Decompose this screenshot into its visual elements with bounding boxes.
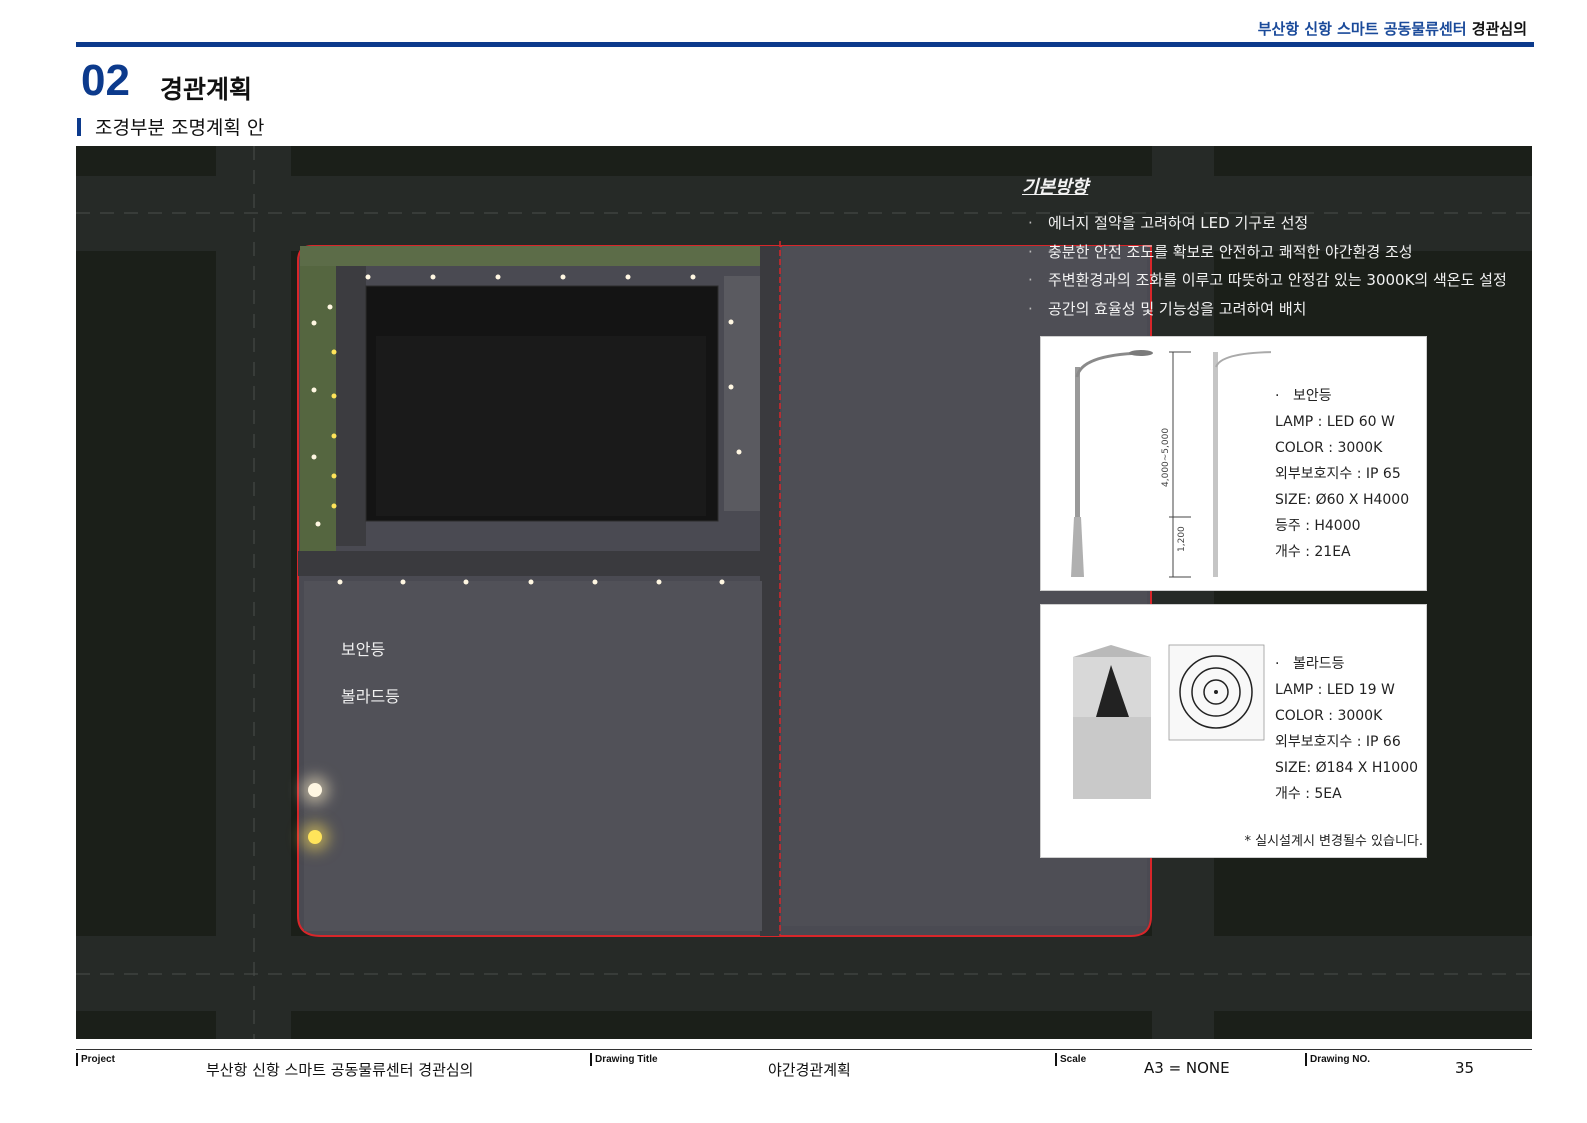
pole-shaft-elevation: [1213, 352, 1218, 577]
security-light: [690, 274, 696, 280]
footer-project-value: 부산항 신항 스마트 공동물류센터 경관심의: [206, 1061, 474, 1079]
security-light: [311, 320, 317, 326]
bollard-light-color: COLOR : 3000K: [1275, 708, 1383, 724]
lower-yard: [304, 581, 762, 931]
bollard-light-count: 개수 : 5EA: [1275, 786, 1342, 802]
security-light: [400, 579, 406, 585]
security-light-color: COLOR : 3000K: [1275, 440, 1383, 456]
night-site-plan: 보안등 볼라드등 기본방향 에너지 절약을 고려하여 LED 기구로 선정 충분…: [76, 146, 1532, 1039]
security-light-pole: 등주 : H4000: [1275, 518, 1361, 534]
inner-road: [298, 551, 776, 576]
security-light-pole-drawing: 4,000~5,000 1,200: [1071, 350, 1271, 578]
basic-direction-item: 충분한 안전 조도를 확보로 안전하고 쾌적한 야간환경 조성: [1022, 238, 1532, 267]
header-project-title-black: 경관심의: [1471, 20, 1527, 38]
basic-direction-item: 에너지 절약을 고려하여 LED 기구로 선정: [1022, 209, 1532, 238]
security-light-card: 4,000~5,000 1,200 보안등 LAMP : LED 60 W CO…: [1040, 336, 1427, 591]
basic-direction-item: 주변환경과의 조화를 이루고 따뜻하고 안정감 있는 3000K의 색온도 설정: [1022, 266, 1532, 295]
bollard-body: [1073, 717, 1151, 799]
security-light: [728, 319, 734, 325]
dimension-base-label: 1,200: [1177, 526, 1187, 552]
basic-direction-item: 공간의 효율성 및 기능성을 고려하여 배치: [1022, 295, 1532, 324]
section-number: 02: [81, 56, 130, 105]
bollard-light: [331, 349, 337, 355]
subtitle-marker: [77, 118, 81, 136]
pole-base: [1071, 517, 1084, 577]
basic-direction-panel: 기본방향 에너지 절약을 고려하여 LED 기구로 선정 충분한 안전 조도를 …: [1022, 173, 1532, 323]
bollard-light-size: SIZE: Ø184 X H1000: [1275, 760, 1419, 776]
inner-road-east: [760, 246, 780, 936]
photometric-center: [1214, 690, 1218, 694]
security-light-name: 보안등: [1275, 383, 1409, 409]
footer-drawing-no-value: 35: [1455, 1059, 1475, 1077]
legend-security-light-label: 보안등: [341, 640, 386, 659]
header-project-title-blue: 부산항 신항 스마트 공동물류센터: [1257, 20, 1467, 38]
security-light-size: SIZE: Ø60 X H4000: [1275, 492, 1410, 508]
legend-security-light-swatch: [308, 783, 322, 797]
footer-drawing-title-cell: Drawing Title 야간경관계획: [590, 1050, 1050, 1082]
bollard-light: [331, 433, 337, 439]
north-green-strip: [300, 246, 778, 266]
footer-drawing-title-label: Drawing Title: [590, 1053, 658, 1066]
security-light: [495, 274, 501, 280]
security-light: [311, 387, 317, 393]
security-light: [430, 274, 436, 280]
basic-direction-list: 에너지 절약을 고려하여 LED 기구로 선정 충분한 안전 조도를 확보로 안…: [1022, 209, 1532, 323]
security-light-lamp: LAMP : LED 60 W: [1275, 414, 1395, 430]
building-roof: [376, 336, 706, 516]
footer-project-label: Project: [76, 1053, 115, 1066]
footer-scale-label: Scale: [1055, 1053, 1086, 1066]
legend-bollard-light-swatch: [308, 830, 322, 844]
security-light: [315, 521, 321, 527]
security-light: [728, 384, 734, 390]
footer-project-cell: Project 부산항 신항 스마트 공동물류센터 경관심의: [76, 1050, 586, 1082]
bollard-light-lamp: LAMP : LED 19 W: [1275, 682, 1395, 698]
bollard-light: [331, 473, 337, 479]
footer-drawing-no-cell: Drawing NO. 35: [1305, 1050, 1532, 1082]
west-parking: [336, 266, 366, 546]
legend-bollard-light-label: 볼라드등: [341, 687, 400, 706]
security-light: [656, 579, 662, 585]
security-light: [327, 304, 333, 310]
pole-arm-elevation: [1215, 351, 1271, 368]
pole-arm: [1075, 351, 1142, 378]
bollard-light: [331, 393, 337, 399]
security-light: [365, 274, 371, 280]
security-light: [528, 579, 534, 585]
dimension-height-label: 4,000~5,000: [1161, 428, 1171, 487]
pole-lamp-head: [1129, 350, 1153, 356]
east-sidewalk: [724, 276, 760, 511]
bollard-light-name: 볼라드등: [1275, 651, 1418, 677]
security-light-spec: 보안등 LAMP : LED 60 W COLOR : 3000K 외부보호지수…: [1275, 383, 1409, 565]
header-rule: [76, 42, 1534, 47]
west-green-strip: [300, 266, 336, 556]
bollard-cap: [1073, 645, 1151, 657]
footer-scale-cell: Scale A3 = NONE: [1055, 1050, 1295, 1082]
security-light: [719, 579, 725, 585]
design-change-note: * 실시설계시 변경될수 있습니다.: [1244, 834, 1423, 849]
security-light: [463, 579, 469, 585]
footer-scale-value: A3 = NONE: [1144, 1059, 1230, 1077]
bollard-light-card: 볼라드등 LAMP : LED 19 W COLOR : 3000K 외부보호지…: [1040, 604, 1427, 858]
basic-direction-title: 기본방향: [1022, 177, 1089, 198]
bollard-light-spec: 볼라드등 LAMP : LED 19 W COLOR : 3000K 외부보호지…: [1275, 651, 1418, 807]
security-light: [560, 274, 566, 280]
security-light-count: 개수 : 21EA: [1275, 544, 1351, 560]
security-light: [311, 454, 317, 460]
bollard-light-ip: 외부보호지수 : IP 66: [1275, 734, 1401, 750]
security-light: [625, 274, 631, 280]
bollard-light-drawing: [1073, 644, 1265, 799]
footer-drawing-no-label: Drawing NO.: [1305, 1053, 1370, 1066]
section-subtitle: 조경부분 조명계획 안: [95, 117, 265, 139]
security-light: [337, 579, 343, 585]
security-light: [592, 579, 598, 585]
footer-drawing-title-value: 야간경관계획: [768, 1061, 851, 1079]
bollard-light: [331, 503, 337, 509]
security-light-ip: 외부보호지수 : IP 65: [1275, 466, 1401, 482]
security-light: [736, 449, 742, 455]
header-project-title: 부산항 신항 스마트 공동물류센터 경관심의: [1258, 18, 1527, 39]
section-title: 경관계획: [160, 75, 253, 104]
